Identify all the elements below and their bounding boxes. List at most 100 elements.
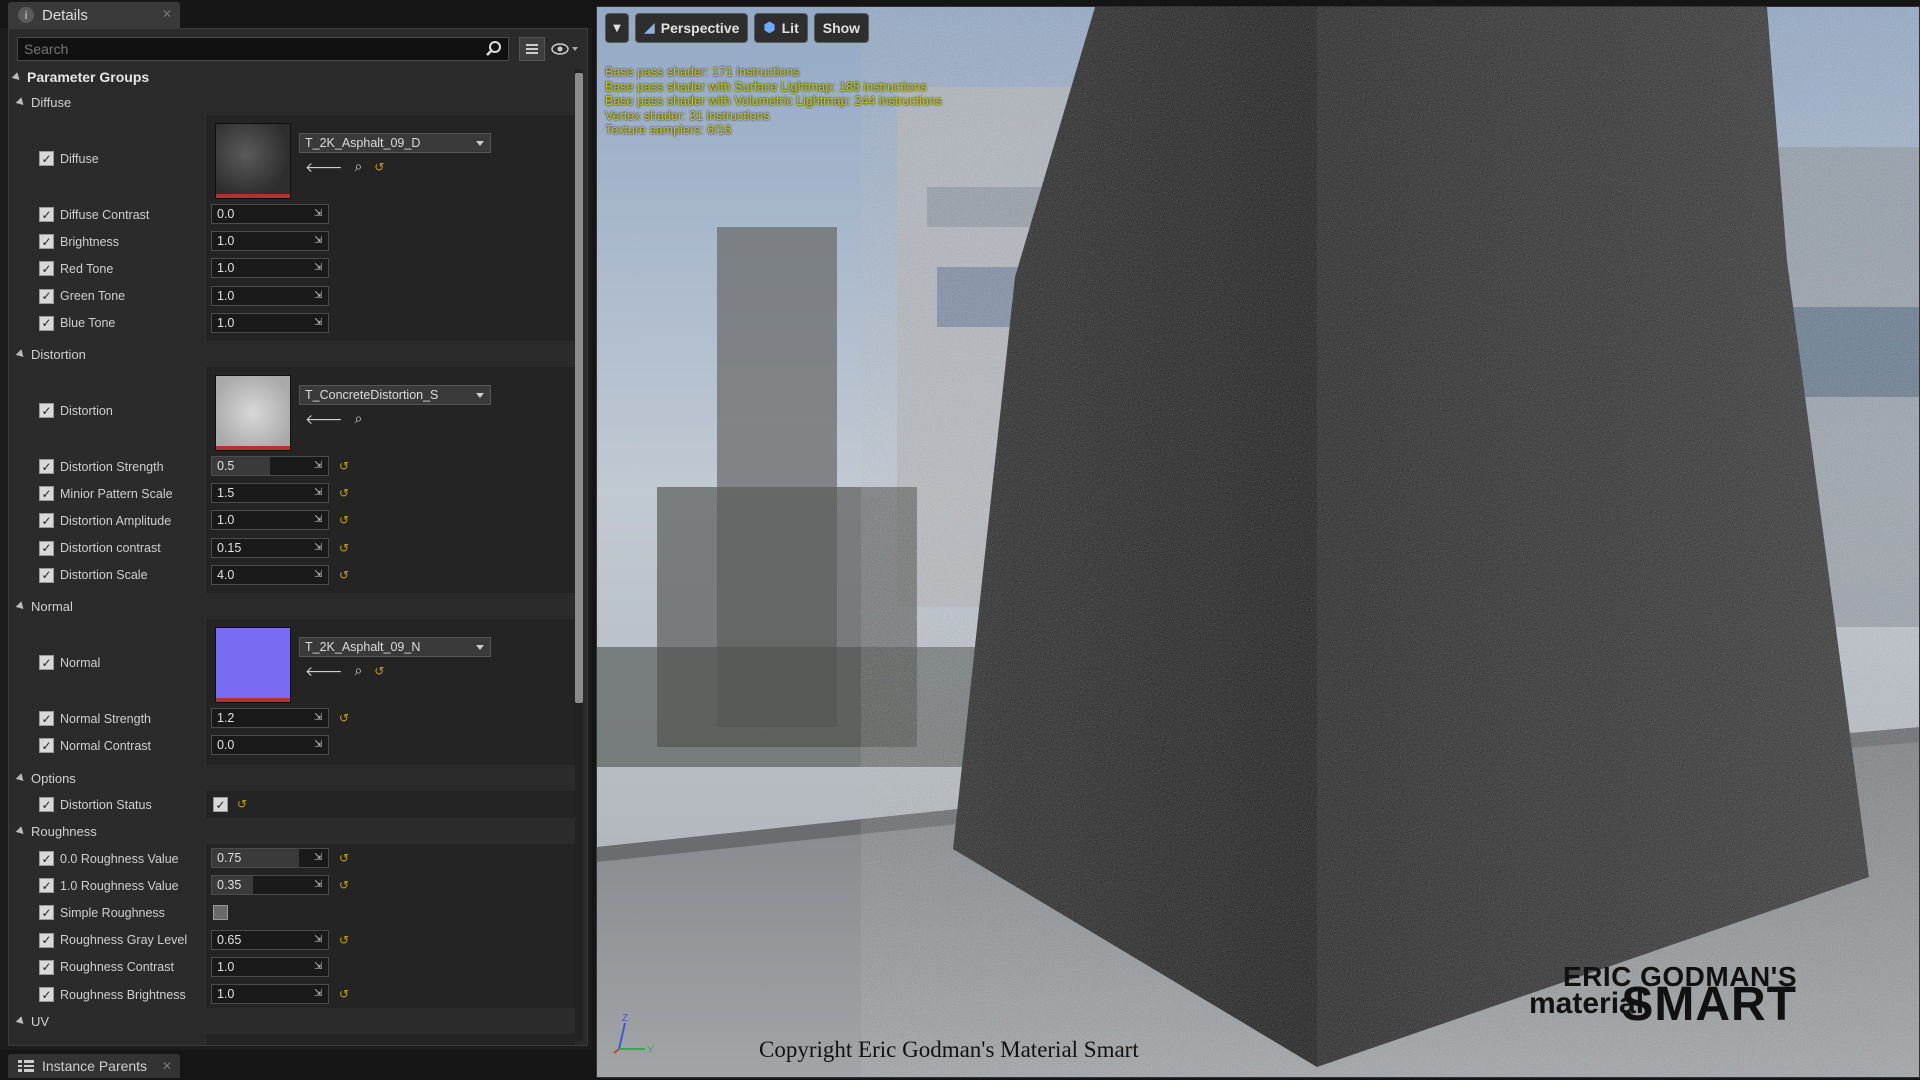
texture-thumbnail[interactable] — [215, 375, 291, 451]
search-icon[interactable] — [485, 40, 503, 58]
value-spinbox[interactable]: 0.65 ⇲ — [211, 929, 329, 950]
browse-search-icon[interactable]: ⌕ — [355, 159, 363, 175]
group-normal[interactable]: Normal — [9, 593, 575, 619]
use-selected-arrow-icon[interactable]: 🡐 — [305, 159, 343, 176]
tab-instance-parents[interactable]: Instance Parents ✕ — [8, 1054, 180, 1078]
value-spinbox[interactable]: 1.0 ⇲ — [211, 956, 329, 977]
show-button[interactable]: Show — [813, 13, 870, 43]
override-checkbox[interactable]: ✓ — [39, 959, 54, 975]
override-checkbox[interactable]: ✓ — [39, 987, 54, 1002]
perspective-button[interactable]: ◢ Perspective — [635, 13, 749, 43]
drag-arrows-icon: ⇲ — [314, 568, 323, 580]
value-spinbox[interactable]: 1.0 ⇲ — [211, 231, 329, 252]
value-spinbox[interactable]: 4.0 ⇲ — [211, 564, 329, 585]
param-name: ✓ Diffuse Contrast — [39, 201, 149, 228]
param-row: ✓ Minior Pattern Scale 1.5 ⇲ ↺ — [9, 480, 575, 507]
override-checkbox[interactable]: ✓ — [39, 486, 54, 502]
override-checkbox[interactable]: ✓ — [39, 711, 54, 726]
override-checkbox[interactable]: ✓ — [39, 234, 54, 250]
value-spinbox[interactable]: 1.5 ⇲ — [211, 483, 329, 504]
override-checkbox[interactable]: ✓ — [39, 459, 54, 474]
reset-to-default-icon[interactable]: ↺ — [374, 160, 384, 174]
list-view-button[interactable] — [519, 37, 545, 61]
value-spinbox[interactable]: 0.35 ⇲ — [211, 875, 329, 896]
group-diffuse[interactable]: Diffuse — [9, 89, 575, 115]
reset-to-default-icon[interactable]: ↺ — [339, 486, 349, 500]
group-distortion[interactable]: Distortion — [9, 341, 575, 367]
texture-asset-picker[interactable]: T_2K_Asphalt_09_N — [299, 637, 491, 657]
override-checkbox[interactable]: ✓ — [39, 797, 54, 812]
browse-search-icon[interactable]: ⌕ — [355, 663, 363, 679]
override-checkbox[interactable]: ✓ — [39, 932, 54, 948]
close-icon[interactable]: ✕ — [162, 1059, 172, 1073]
value-spinbox[interactable]: 1.0 ⇲ — [211, 258, 329, 279]
reset-to-default-icon[interactable]: ↺ — [374, 664, 384, 678]
override-checkbox[interactable]: ✓ — [39, 738, 54, 754]
reset-to-default-icon[interactable]: ↺ — [237, 797, 247, 811]
view-options-button[interactable] — [551, 37, 587, 61]
copyright-text: Copyright Eric Godman's Material Smart — [759, 1037, 1139, 1062]
override-checkbox[interactable]: ✓ — [39, 567, 54, 583]
reset-to-default-icon[interactable]: ↺ — [339, 933, 349, 947]
reset-to-default-icon[interactable]: ↺ — [339, 568, 349, 582]
override-checkbox[interactable]: ✓ — [39, 261, 54, 277]
reset-to-default-icon[interactable]: ↺ — [339, 459, 349, 473]
override-checkbox[interactable]: ✓ — [39, 403, 54, 418]
use-selected-arrow-icon[interactable]: 🡐 — [305, 663, 343, 680]
value-spinbox[interactable]: 1.0 ⇲ — [211, 312, 329, 333]
value-spinbox[interactable]: 0.75 ⇲ — [211, 848, 329, 868]
reset-to-default-icon[interactable]: ↺ — [339, 987, 349, 1001]
close-icon[interactable]: ✕ — [162, 7, 172, 21]
override-checkbox[interactable]: ✓ — [39, 540, 54, 556]
vertical-scrollbar[interactable] — [575, 69, 583, 1041]
override-checkbox[interactable]: ✓ — [39, 905, 54, 921]
value-spinbox[interactable]: 1.0 ⇲ — [211, 984, 329, 1004]
parameter-groups-header[interactable]: Parameter Groups — [9, 65, 575, 89]
use-selected-arrow-icon[interactable]: 🡐 — [305, 411, 343, 428]
value-checkbox[interactable]: ✓ — [213, 797, 228, 812]
group-uv[interactable]: UV — [9, 1008, 575, 1034]
override-checkbox[interactable]: ✓ — [39, 851, 54, 866]
browse-search-icon[interactable]: ⌕ — [355, 411, 363, 427]
value-spinbox[interactable]: 1.0 ⇲ — [211, 285, 329, 306]
value-spinbox[interactable]: 0.15 ⇲ — [211, 537, 329, 558]
reset-to-default-icon[interactable]: ↺ — [339, 851, 349, 865]
level-viewport[interactable]: ▼ ◢ Perspective ⬢ Lit Show Base pass sha… — [596, 6, 1920, 1078]
override-checkbox[interactable]: ✓ — [39, 513, 54, 529]
value-checkbox[interactable] — [213, 905, 228, 921]
viewport-options-button[interactable]: ▼ — [605, 13, 629, 43]
reset-to-default-icon[interactable]: ↺ — [339, 513, 349, 527]
override-checkbox[interactable]: ✓ — [39, 315, 54, 331]
param-row: ✓ Red Tone 1.0 ⇲ — [9, 255, 575, 282]
group-roughness[interactable]: Roughness — [9, 818, 575, 844]
texture-asset-picker[interactable]: T_ConcreteDistortion_S — [299, 385, 491, 405]
parameters-scroll-area[interactable]: Parameter Groups Diffuse ✓ Diffuse T_2K_… — [9, 65, 575, 1045]
param-name: ✓ Minior Pattern Scale — [39, 480, 173, 507]
texture-asset-picker[interactable]: T_2K_Asphalt_09_D — [299, 133, 491, 153]
value-spinbox[interactable]: 1.0 ⇲ — [211, 510, 329, 531]
value-spinbox[interactable]: 1.2 ⇲ — [211, 708, 329, 728]
perspective-icon: ◢ — [644, 20, 655, 36]
override-checkbox[interactable]: ✓ — [39, 878, 54, 894]
param-row: ✓ Brightness 1.0 ⇲ — [9, 228, 575, 255]
texture-thumbnail[interactable] — [215, 123, 291, 199]
override-checkbox[interactable]: ✓ — [39, 288, 54, 304]
search-input[interactable] — [17, 37, 509, 61]
lit-button[interactable]: ⬢ Lit — [754, 13, 808, 43]
override-checkbox[interactable]: ✓ — [39, 655, 54, 670]
reset-to-default-icon[interactable]: ↺ — [339, 711, 349, 725]
texture-thumbnail[interactable] — [215, 627, 291, 703]
value-spinbox[interactable]: 0.0 ⇲ — [211, 204, 329, 224]
override-checkbox[interactable]: ✓ — [39, 207, 54, 222]
chevron-down-icon — [476, 645, 484, 650]
scrollbar-thumb[interactable] — [575, 73, 583, 703]
param-name: ✓ Red Tone — [39, 255, 113, 282]
param-row: ✓ Normal Contrast 0.0 ⇲ — [9, 732, 575, 759]
override-checkbox[interactable]: ✓ — [39, 151, 54, 166]
reset-to-default-icon[interactable]: ↺ — [339, 541, 349, 555]
group-options[interactable]: Options — [9, 765, 575, 791]
tab-details[interactable]: i Details ✕ — [8, 2, 180, 28]
reset-to-default-icon[interactable]: ↺ — [339, 878, 349, 892]
value-spinbox[interactable]: 0.0 ⇲ — [211, 735, 329, 756]
value-spinbox[interactable]: 0.5 ⇲ — [211, 456, 329, 476]
